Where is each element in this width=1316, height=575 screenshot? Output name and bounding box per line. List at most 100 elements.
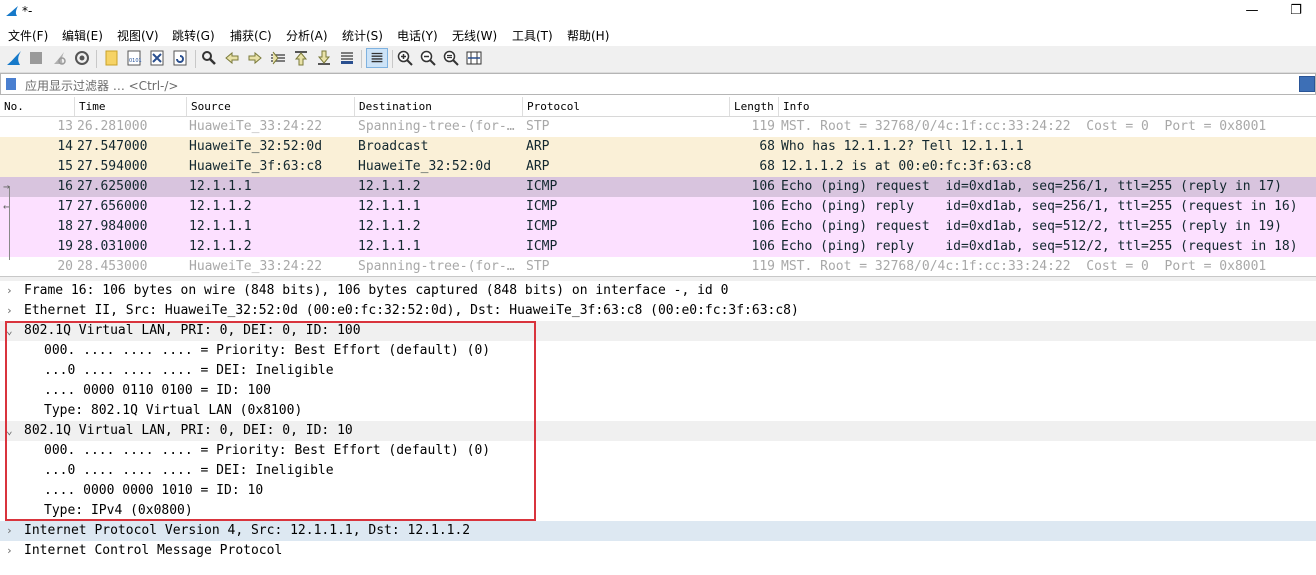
minimize-button[interactable]: — [1240, 2, 1264, 20]
auto-scroll-icon[interactable] [339, 50, 355, 66]
tree-item-label: 802.1Q Virtual LAN, PRI: 0, DEI: 0, ID: … [24, 423, 353, 438]
column-header-length[interactable]: Length [729, 97, 778, 116]
tree-field-dei[interactable]: ...0 .... .... .... = DEI: Ineligible [0, 361, 1316, 381]
expand-chevron-icon[interactable]: › [6, 301, 18, 321]
cell-protocol: ICMP [526, 239, 558, 254]
tree-item-ipv4[interactable]: › Internet Protocol Version 4, Src: 12.1.… [0, 521, 1316, 541]
column-header-time[interactable]: Time [74, 97, 186, 116]
cell-length: 106 [751, 219, 775, 234]
go-first-icon[interactable] [293, 50, 309, 66]
column-header-info[interactable]: Info [778, 97, 1316, 116]
tree-item-label: Type: IPv4 (0x0800) [44, 503, 193, 518]
expand-chevron-icon[interactable]: › [6, 281, 18, 301]
tree-item-frame[interactable]: › Frame 16: 106 bytes on wire (848 bits),… [0, 281, 1316, 301]
tree-item-icmp[interactable]: › Internet Control Message Protocol [0, 541, 1316, 561]
menu-go[interactable]: 跳转(G) [172, 27, 215, 44]
restore-button[interactable]: ❐ [1284, 2, 1308, 20]
cell-no: 19 [57, 239, 73, 254]
expand-chevron-icon[interactable]: › [6, 541, 18, 561]
menu-capture[interactable]: 捕获(C) [230, 27, 272, 44]
menu-edit[interactable]: 编辑(E) [62, 27, 103, 44]
go-last-icon[interactable] [316, 50, 332, 66]
cell-length: 119 [751, 119, 775, 134]
cell-no: 16 [57, 179, 73, 194]
display-filter-bar[interactable]: 应用显示过滤器 … <Ctrl-/> [0, 73, 1316, 95]
cell-info: Echo (ping) reply id=0xd1ab, seq=512/2, … [781, 239, 1298, 254]
toolbar-separator [392, 50, 393, 68]
cell-destination: 12.1.1.2 [358, 219, 421, 234]
menu-statistics[interactable]: 统计(S) [342, 27, 383, 44]
title-bar: *- — ❐ [0, 0, 1316, 24]
table-row[interactable]: 15 27.594000 HuaweiTe_3f:63:c8 HuaweiTe_… [0, 157, 1316, 177]
zoom-in-icon[interactable] [397, 50, 413, 66]
bookmark-icon[interactable] [6, 78, 16, 90]
go-forward-icon[interactable] [247, 50, 263, 66]
menu-analyze[interactable]: 分析(A) [286, 27, 328, 44]
table-row[interactable]: → 16 27.625000 12.1.1.1 12.1.1.2 ICMP 10… [0, 177, 1316, 197]
toolbar-separator [96, 50, 97, 68]
cell-protocol: STP [526, 259, 550, 274]
column-header-no[interactable]: No. [0, 97, 76, 116]
tree-field-priority[interactable]: 000. .... .... .... = Priority: Best Eff… [0, 441, 1316, 461]
collapse-chevron-icon[interactable]: ⌄ [6, 421, 18, 441]
open-file-icon[interactable] [104, 50, 120, 66]
table-row[interactable]: ← 17 27.656000 12.1.1.2 12.1.1.1 ICMP 10… [0, 197, 1316, 217]
cell-no: 17 [57, 199, 73, 214]
expand-chevron-icon[interactable]: › [6, 521, 18, 541]
menu-tools[interactable]: 工具(T) [512, 27, 553, 44]
table-row[interactable]: 13 26.281000 HuaweiTe_33:24:22 Spanning-… [0, 117, 1316, 137]
packet-list-header: No. Time Source Destination Protocol Len… [0, 97, 1316, 117]
resize-columns-icon[interactable] [466, 50, 482, 66]
svg-text:0101: 0101 [129, 58, 142, 64]
menu-view[interactable]: 视图(V) [117, 27, 159, 44]
zoom-normal-icon[interactable] [443, 50, 459, 66]
reload-file-icon[interactable] [172, 50, 188, 66]
cell-no: 14 [57, 139, 73, 154]
go-to-packet-icon[interactable] [270, 50, 286, 66]
menu-telephony[interactable]: 电话(Y) [397, 27, 438, 44]
cell-destination: Spanning-tree-(for-… [358, 119, 515, 134]
tree-item-label: 000. .... .... .... = Priority: Best Eff… [44, 343, 491, 358]
column-header-source[interactable]: Source [186, 97, 354, 116]
menu-file[interactable]: 文件(F) [8, 27, 48, 44]
cell-destination: 12.1.1.1 [358, 199, 421, 214]
shark-fin-start-icon[interactable] [6, 50, 22, 66]
filter-apply-icon[interactable] [1299, 76, 1315, 92]
tree-field-priority[interactable]: 000. .... .... .... = Priority: Best Eff… [0, 341, 1316, 361]
tree-item-label: Ethernet II, Src: HuaweiTe_32:52:0d (00:… [24, 303, 799, 318]
collapse-chevron-icon[interactable]: ⌄ [6, 321, 18, 341]
close-file-icon[interactable] [149, 50, 165, 66]
find-packet-icon[interactable] [201, 50, 217, 66]
menu-wireless[interactable]: 无线(W) [452, 27, 497, 44]
column-header-destination[interactable]: Destination [354, 97, 522, 116]
tree-item-label: .... 0000 0110 0100 = ID: 100 [44, 383, 271, 398]
table-row[interactable]: 18 27.984000 12.1.1.1 12.1.1.2 ICMP 106 … [0, 217, 1316, 237]
tree-item-vlan-100[interactable]: ⌄ 802.1Q Virtual LAN, PRI: 0, DEI: 0, ID:… [0, 321, 1316, 341]
go-back-icon[interactable] [224, 50, 240, 66]
tree-field-id[interactable]: .... 0000 0000 1010 = ID: 10 [0, 481, 1316, 501]
tree-field-type[interactable]: Type: IPv4 (0x0800) [0, 501, 1316, 521]
tree-field-dei[interactable]: ...0 .... .... .... = DEI: Ineligible [0, 461, 1316, 481]
cell-time: 28.031000 [77, 239, 148, 254]
restart-capture-icon[interactable] [51, 50, 67, 66]
colorize-icon[interactable] [366, 48, 388, 68]
table-row[interactable]: 14 27.547000 HuaweiTe_32:52:0d Broadcast… [0, 137, 1316, 157]
capture-options-icon[interactable] [74, 50, 90, 66]
menu-help[interactable]: 帮助(H) [567, 27, 609, 44]
display-filter-input[interactable]: 应用显示过滤器 … <Ctrl-/> [25, 77, 178, 94]
zoom-out-icon[interactable] [420, 50, 436, 66]
cell-protocol: ARP [526, 159, 550, 174]
cell-time: 27.594000 [77, 159, 148, 174]
tree-field-type[interactable]: Type: 802.1Q Virtual LAN (0x8100) [0, 401, 1316, 421]
tree-item-ethernet[interactable]: › Ethernet II, Src: HuaweiTe_32:52:0d (00… [0, 301, 1316, 321]
save-file-icon[interactable]: 0101 [126, 50, 142, 66]
column-header-protocol[interactable]: Protocol [522, 97, 729, 116]
tree-field-id[interactable]: .... 0000 0110 0100 = ID: 100 [0, 381, 1316, 401]
table-row[interactable]: 19 28.031000 12.1.1.2 12.1.1.1 ICMP 106 … [0, 237, 1316, 257]
tree-item-vlan-10[interactable]: ⌄ 802.1Q Virtual LAN, PRI: 0, DEI: 0, ID:… [0, 421, 1316, 441]
table-row[interactable]: 20 28.453000 HuaweiTe_33:24:22 Spanning-… [0, 257, 1316, 277]
stop-capture-icon[interactable] [28, 50, 44, 66]
tree-item-label: Internet Protocol Version 4, Src: 12.1.1… [24, 523, 471, 538]
